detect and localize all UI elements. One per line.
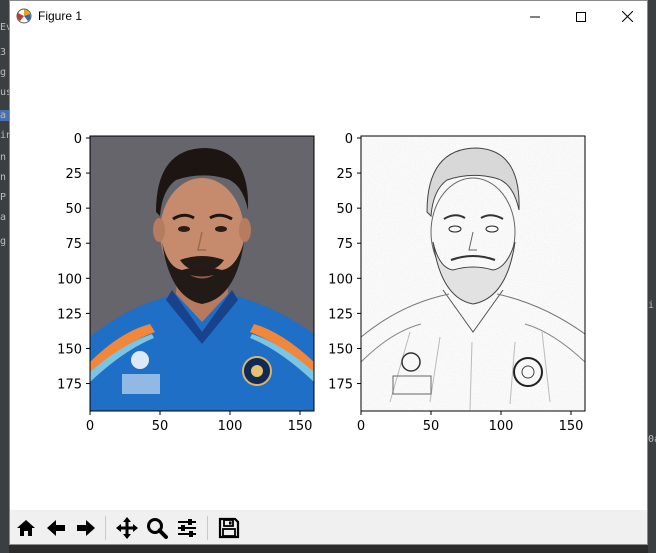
figure-canvas[interactable]: 0 50 100 150 0 25 50 75 100 125 150 175 0 50 100 150 0 25…: [10, 32, 647, 510]
pan-button[interactable]: [113, 514, 141, 542]
y-tick-label: 75: [336, 237, 353, 252]
x-tick-label: 100: [489, 419, 514, 434]
close-icon: [621, 11, 633, 22]
x-tick-label: 100: [218, 419, 243, 434]
bg-fragment: i: [648, 300, 655, 311]
toolbar-separator: [105, 516, 106, 540]
x-tick-label: 150: [559, 419, 584, 434]
x-tick-label: 0: [357, 419, 365, 434]
y-tick-label: 125: [57, 307, 82, 322]
minimize-button[interactable]: [512, 1, 558, 32]
y-tick-label: 125: [328, 307, 353, 322]
y-tick-label: 175: [328, 378, 353, 393]
bg-fragment: a: [0, 110, 9, 121]
bg-fragment: g: [0, 236, 7, 247]
x-tick-label: 150: [288, 419, 313, 434]
pencil-sketch-image: [361, 136, 585, 411]
y-tick-label: 150: [328, 342, 353, 357]
home-button[interactable]: [12, 514, 40, 542]
title-bar[interactable]: Figure 1: [10, 1, 647, 32]
bg-fragment: g: [0, 67, 7, 78]
back-button[interactable]: [42, 514, 70, 542]
bg-fragment: a: [0, 212, 7, 223]
x-tick-label: 50: [423, 419, 440, 434]
close-button[interactable]: [604, 1, 650, 32]
sliders-icon: [178, 519, 196, 537]
zoom-button[interactable]: [143, 514, 171, 542]
bg-fragment: P: [0, 192, 7, 203]
background-ide-left: Ev 3 g us a in n n P a g: [0, 0, 12, 553]
navigation-toolbar: [10, 510, 647, 544]
move-icon: [116, 517, 138, 539]
y-tick-label: 150: [57, 342, 82, 357]
y-tick-label: 25: [336, 167, 353, 182]
original-photo-axes: [89, 135, 315, 412]
matplotlib-logo-icon: [16, 8, 32, 24]
y-tick-label: 175: [57, 378, 82, 393]
y-tick-label: 25: [65, 167, 82, 182]
y-tick-label: 50: [336, 202, 353, 217]
bg-fragment: n: [0, 172, 7, 183]
x-tick-label: 50: [152, 419, 169, 434]
window-title: Figure 1: [38, 9, 83, 23]
forward-button[interactable]: [72, 514, 100, 542]
x-tick-label: 0: [86, 419, 94, 434]
y-tick-label: 0: [345, 132, 353, 147]
bg-fragment: n: [0, 152, 7, 163]
magnifier-icon: [147, 518, 168, 539]
y-tick-label: 0: [74, 132, 82, 147]
bg-fragment: 3: [0, 47, 7, 58]
y-tick-label: 100: [328, 272, 353, 287]
arrow-right-icon: [77, 520, 95, 536]
arrow-left-icon: [47, 520, 65, 536]
color-photo-image: [90, 136, 314, 411]
bg-fragment: 0a: [648, 434, 656, 445]
y-tick-label: 75: [65, 237, 82, 252]
home-icon: [17, 520, 35, 536]
configure-subplots-button[interactable]: [173, 514, 201, 542]
floppy-disk-icon: [218, 517, 240, 539]
pencil-sketch-axes: [360, 135, 586, 412]
maximize-button[interactable]: [558, 1, 604, 32]
y-tick-label: 100: [57, 272, 82, 287]
minimize-icon: [530, 16, 540, 17]
figure-window: Figure 1 0 50 100 150 0 25 50 75 100 125…: [9, 0, 648, 545]
background-ide-right: i 0a: [648, 0, 656, 553]
figure-svg: 0 50 100 150 0 25 50 75 100 125 150 175 0 50 100 150 0 25…: [57, 132, 586, 434]
save-button[interactable]: [215, 514, 243, 542]
toolbar-separator: [207, 516, 208, 540]
maximize-icon: [576, 11, 586, 22]
y-tick-label: 50: [65, 202, 82, 217]
